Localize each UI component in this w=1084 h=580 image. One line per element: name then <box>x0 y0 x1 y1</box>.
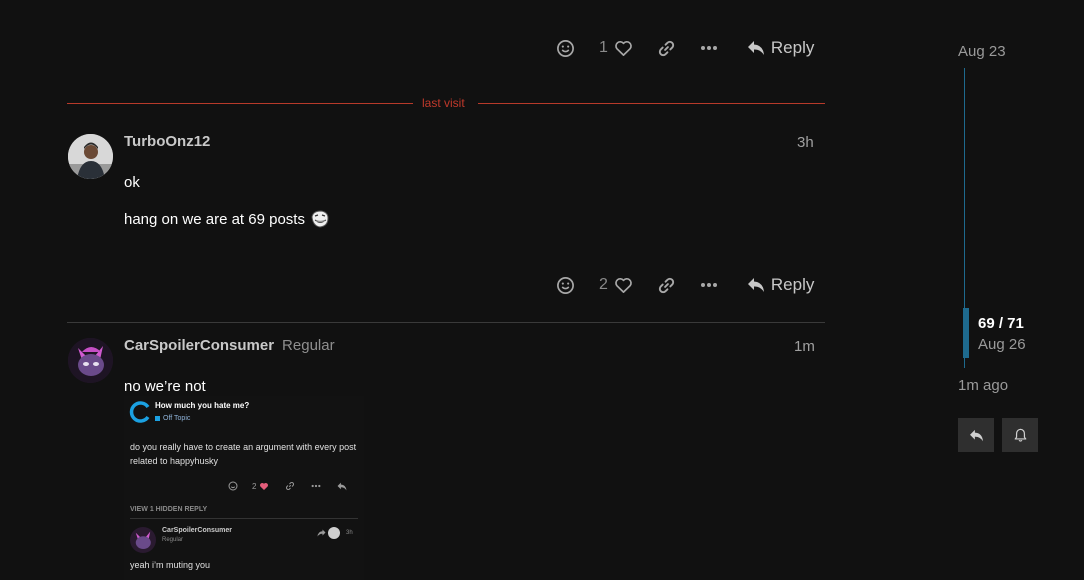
notification-level-button[interactable] <box>1002 418 1038 452</box>
copy-link-button[interactable] <box>657 39 676 58</box>
copy-link-button[interactable] <box>657 276 676 295</box>
post-divider <box>67 322 825 323</box>
reply-label: Reply <box>770 275 815 294</box>
timeline-current-date: Aug 26 <box>978 336 1026 353</box>
link-icon <box>658 277 675 293</box>
heart-icon <box>615 277 632 293</box>
post-author: CarSpoilerConsumer Regular <box>124 337 335 354</box>
like-button[interactable]: 1 <box>599 39 633 57</box>
avatar-character <box>68 338 113 383</box>
embedded-reply-title: Regular <box>162 537 184 543</box>
reply-to-avatar <box>328 527 340 539</box>
smile-icon <box>228 481 238 491</box>
reply-icon <box>969 429 983 441</box>
embedded-reply-time: 3h <box>346 530 353 536</box>
hidden-replies-link: VIEW 1 HIDDEN REPLY <box>130 506 208 513</box>
reply-to-icon <box>317 529 326 537</box>
trollface-emoji-icon <box>311 210 329 228</box>
embedded-divider <box>130 518 358 519</box>
post-author: TurboOnz12 <box>124 133 210 151</box>
embedded-body: do you really have to create an argument… <box>130 442 357 466</box>
heart-filled-icon <box>260 482 269 490</box>
avatar[interactable] <box>68 134 113 179</box>
ellipsis-icon <box>312 484 321 488</box>
category-swatch <box>155 416 160 421</box>
post-text: hang on we are at 69 posts <box>124 210 305 228</box>
timeline-position: 69 / 71 <box>978 315 1024 332</box>
bell-icon <box>1014 428 1026 442</box>
heart-icon <box>615 40 632 56</box>
smile-icon <box>556 39 574 57</box>
user-title: Regular <box>282 337 335 354</box>
discourse-logo-icon <box>129 401 150 423</box>
reply-button[interactable]: Reply <box>747 38 814 58</box>
top-post-actions: 1 Reply <box>554 36 814 60</box>
timeline-scroller-handle[interactable] <box>963 308 969 358</box>
embedded-reply-text: yeah i’m muting you <box>130 560 211 570</box>
like-count: 1 <box>599 39 608 56</box>
embedded-screenshot[interactable]: How much you hate me? Off Topic do you r… <box>124 396 364 580</box>
timeline-start-date[interactable]: Aug 23 <box>958 43 1006 60</box>
username[interactable]: CarSpoilerConsumer <box>124 337 274 354</box>
ellipsis-icon <box>700 46 717 50</box>
last-visit-line-left <box>67 103 413 104</box>
embedded-reply-meta: 3h <box>317 527 353 539</box>
more-options-button[interactable] <box>700 282 718 288</box>
embedded-actions: 2 <box>228 481 347 491</box>
smile-icon <box>556 276 574 294</box>
reply-label: Reply <box>770 38 815 57</box>
embedded-category: Off Topic <box>155 415 190 422</box>
emoji-react-button[interactable] <box>554 39 576 58</box>
reply-button[interactable]: Reply <box>747 275 814 295</box>
like-button[interactable]: 2 <box>599 276 633 294</box>
post-actions: 2 Reply <box>554 273 814 297</box>
last-visit-line-right <box>478 103 825 104</box>
post-time[interactable]: 1m <box>794 338 815 355</box>
reply-icon <box>747 278 764 292</box>
embedded-topic-title: How much you hate me? <box>155 401 250 410</box>
category-label: Off Topic <box>163 415 191 422</box>
post-text-line: hang on we are at 69 posts <box>124 209 330 229</box>
post-time[interactable]: 3h <box>797 134 814 151</box>
emoji-react-button[interactable] <box>554 276 576 295</box>
embedded-reply-username: CarSpoilerConsumer <box>162 527 233 534</box>
timeline-last-activity[interactable]: 1m ago <box>958 377 1008 394</box>
embedded-like-count: 2 <box>252 481 257 491</box>
avatar[interactable] <box>68 338 113 383</box>
reply-icon <box>747 41 764 55</box>
more-options-button[interactable] <box>700 45 718 51</box>
ellipsis-icon <box>700 283 717 287</box>
like-count: 2 <box>599 276 608 293</box>
username[interactable]: TurboOnz12 <box>124 133 210 150</box>
last-visit-label: last visit <box>422 96 465 110</box>
timeline-reply-button[interactable] <box>958 418 994 452</box>
avatar-photo <box>68 134 113 179</box>
post-text: no we’re not <box>124 378 206 395</box>
embedded-avatar <box>130 527 156 553</box>
post-text-line: ok <box>124 174 140 191</box>
link-icon <box>658 40 675 56</box>
link-icon <box>286 482 295 490</box>
reply-icon <box>338 482 347 490</box>
